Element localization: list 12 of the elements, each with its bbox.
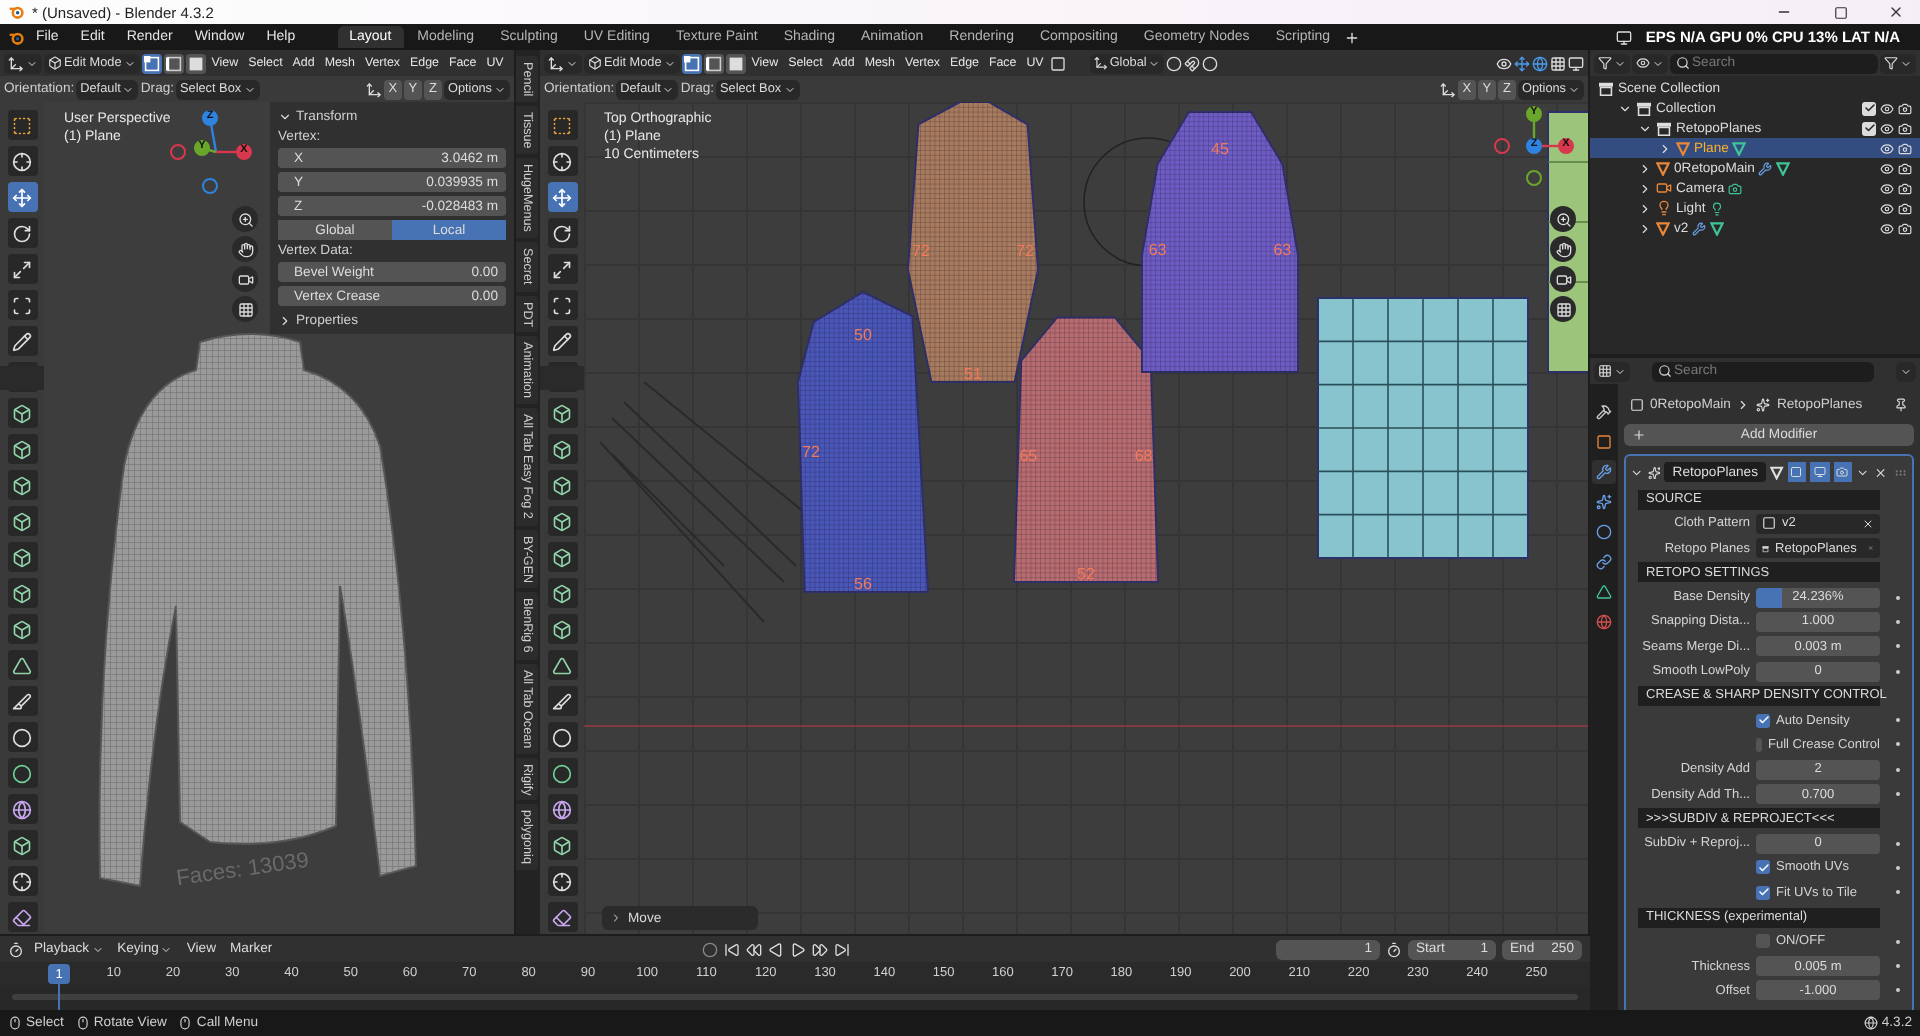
edge-count-label: 63 [1273,241,1292,259]
edge-count-label: 56 [854,575,872,593]
edge-count-label: 45 [1211,139,1229,158]
edge-count-label: 72 [802,443,820,461]
edge-count-label: 72 [1016,242,1034,260]
edge-count-label: 63 [1148,241,1167,259]
edge-count-label: 50 [854,326,872,344]
edge-count-label: 52 [1077,565,1095,584]
edge-count-label: 72 [912,242,930,260]
edge-count-label: 68 [1134,446,1153,465]
edge-count-label: 65 [1019,446,1038,465]
edge-count-label: 51 [964,365,982,384]
